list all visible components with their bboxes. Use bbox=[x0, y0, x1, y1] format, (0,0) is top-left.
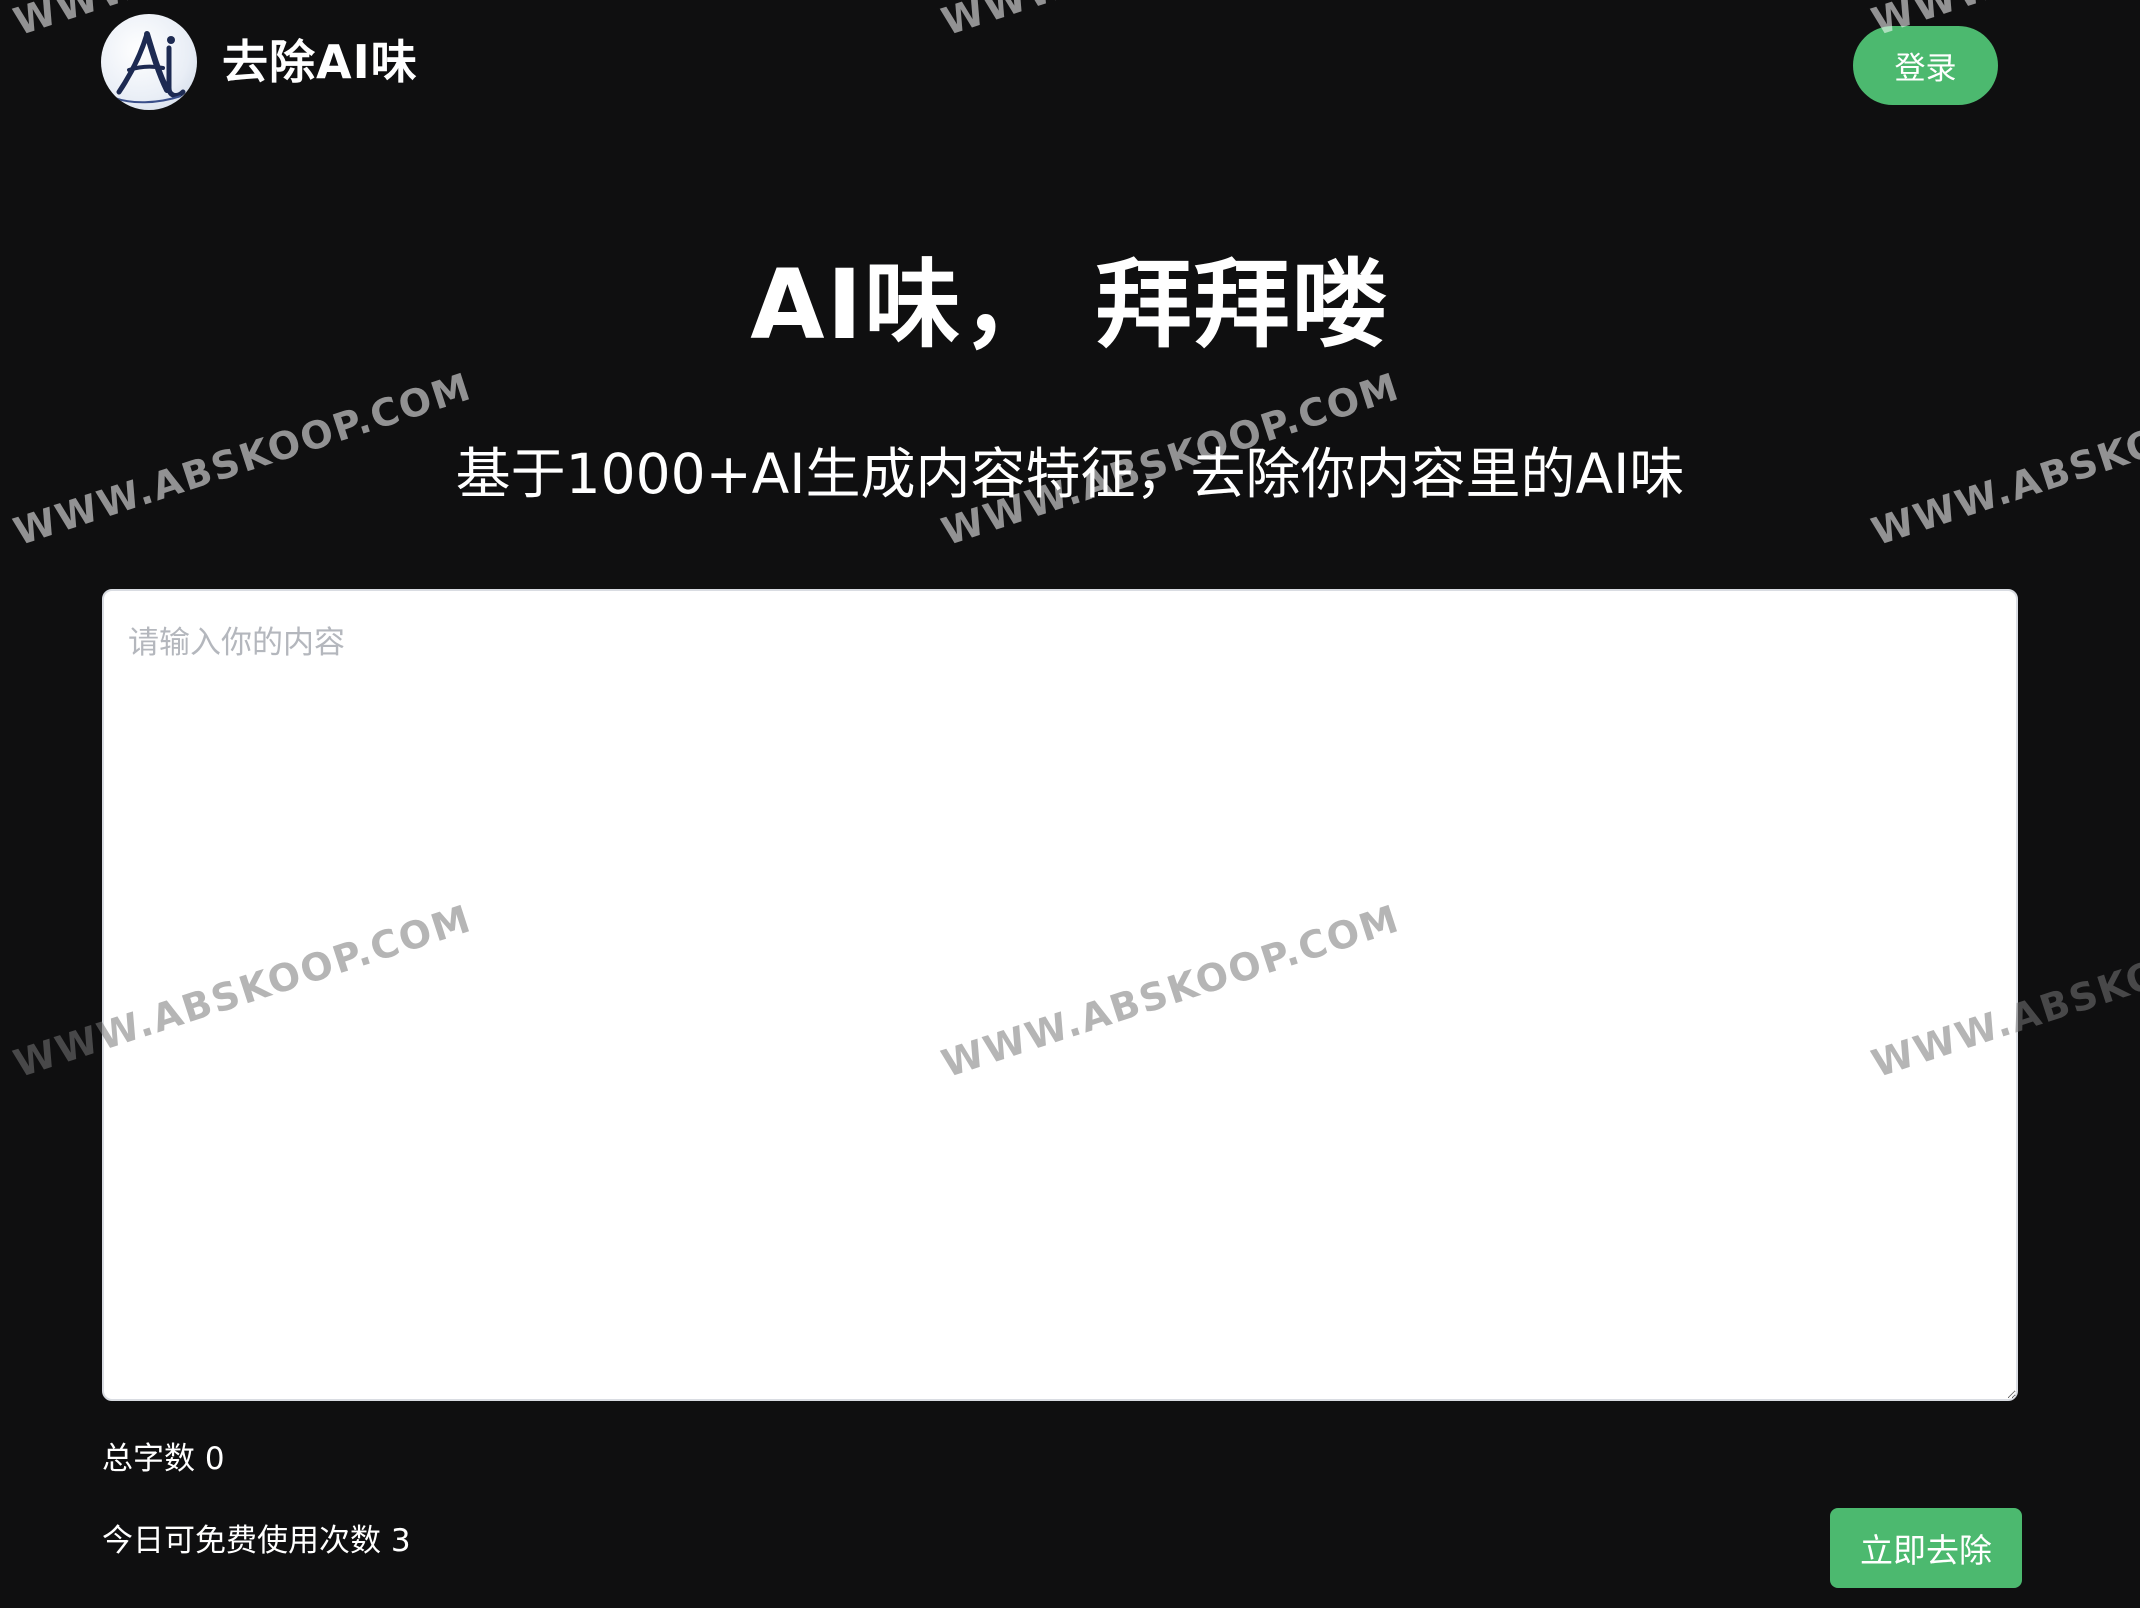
watermark: WWW.ABSKOOP.COM bbox=[936, 0, 1405, 44]
word-count: 总字数 0 bbox=[102, 1437, 225, 1481]
content-input[interactable] bbox=[102, 589, 2018, 1401]
free-uses: 今日可免费使用次数 3 bbox=[102, 1519, 411, 1563]
word-count-value: 0 bbox=[204, 1441, 225, 1477]
word-count-label: 总字数 bbox=[102, 1441, 195, 1477]
remove-ai-button[interactable]: 立即去除 bbox=[1830, 1508, 2022, 1588]
page-title: AI味， 拜拜喽 bbox=[750, 249, 1390, 361]
logo-graphic bbox=[114, 31, 186, 104]
login-button[interactable]: 登录 bbox=[1853, 26, 1998, 105]
logo-icon[interactable] bbox=[101, 14, 197, 110]
page: 去除AI味 登录 AI味， 拜拜喽 基于1000+AI生成内容特征，去除你内容里… bbox=[0, 0, 2140, 1608]
free-uses-label: 今日可免费使用次数 bbox=[102, 1523, 381, 1559]
brand-title[interactable]: 去除AI味 bbox=[222, 30, 418, 94]
free-uses-value: 3 bbox=[390, 1523, 411, 1559]
page-subtitle: 基于1000+AI生成内容特征，去除你内容里的AI味 bbox=[455, 442, 1685, 506]
